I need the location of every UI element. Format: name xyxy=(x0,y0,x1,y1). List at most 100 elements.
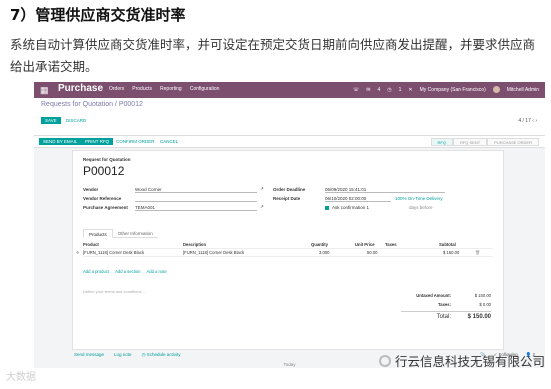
col-product: Product xyxy=(83,242,99,247)
app-name[interactable]: Purchase xyxy=(58,83,103,94)
stage-rfq-sent[interactable]: RFQ SENT xyxy=(452,138,488,146)
row-subtotal: $ 150.00 xyxy=(443,250,460,255)
row-unit-price[interactable]: 50.00 xyxy=(367,250,377,255)
cancel-button[interactable]: CANCEL xyxy=(156,138,182,145)
log-note-button[interactable]: Log note xyxy=(114,352,132,358)
tab-products[interactable]: Products xyxy=(83,229,113,238)
untaxed-row: Untaxed Amount: $ 150.00 xyxy=(401,293,491,302)
drag-handle-icon[interactable]: ✥ xyxy=(76,250,80,255)
doc-type: Request for Quotation xyxy=(83,157,131,162)
settings-icon[interactable]: ✕ xyxy=(408,87,412,93)
page-title: P00012 xyxy=(83,164,125,178)
external-link-icon[interactable]: ↗ xyxy=(260,186,264,192)
col-quantity: Quantity xyxy=(311,242,328,247)
wechat-logo-icon xyxy=(378,354,391,367)
taxes-label: Taxes: xyxy=(438,302,451,307)
receipt-date-field[interactable]: 06/10/2020 02:00:00 xyxy=(325,196,391,202)
add-section-link[interactable]: Add a section xyxy=(115,269,140,274)
watermark-left: 大数据 xyxy=(6,372,36,383)
breadcrumb[interactable]: Requests for Quotation / P00012 xyxy=(41,101,143,108)
total-value: $ 150.00 xyxy=(467,314,491,320)
taxes-row: Taxes: $ 0.00 xyxy=(401,302,491,311)
chevron-right-icon[interactable]: › xyxy=(535,118,537,124)
vendor-label: Vendor xyxy=(83,187,99,192)
odoo-screenshot: ▦ Purchase Orders Products Reporting Con… xyxy=(34,82,545,368)
save-button[interactable]: SAVE xyxy=(41,117,61,124)
vendor-reference-field[interactable] xyxy=(135,196,257,202)
col-unit-price: Unit Price xyxy=(355,242,375,247)
total-row: Total: $ 150.00 xyxy=(401,311,491,320)
grid-icon[interactable]: ▦ xyxy=(40,85,50,95)
receipt-date-label: Receipt Date xyxy=(273,196,301,201)
untaxed-value: $ 150.00 xyxy=(474,293,491,298)
chat-count: 4 xyxy=(377,86,381,93)
phone-icon[interactable]: ☏ xyxy=(353,87,359,93)
brand-watermark: 行云信息科技无锡有限公司 xyxy=(378,351,545,370)
chevron-left-icon[interactable]: ‹ xyxy=(532,118,534,124)
add-note-link[interactable]: Add a note xyxy=(146,269,166,274)
chat-icon[interactable]: ✉ xyxy=(366,87,370,93)
total-label: Total: xyxy=(436,314,451,320)
article-paragraph: 系统自动计算供应商交货准时率，并可设定在预定交货日期前向供应商发出提醒，并要求供… xyxy=(10,37,536,74)
menu-configuration[interactable]: Configuration xyxy=(190,86,220,92)
untaxed-label: Untaxed Amount: xyxy=(416,293,451,298)
order-deadline-field[interactable]: 06/09/2020 15:41:01 xyxy=(325,187,445,193)
top-menu: Orders Products Reporting Configuration xyxy=(109,86,219,92)
row-description[interactable]: [FURN_1118] Corner Desk Black xyxy=(183,250,244,255)
order-deadline-label: Order Deadline xyxy=(273,187,306,192)
on-time-delivery-link[interactable]: 100% On-Time Delivery xyxy=(395,196,443,201)
ask-confirmation-checkbox[interactable] xyxy=(325,206,329,210)
ask-confirmation-label: Ask confirmation 1 xyxy=(332,205,370,210)
days-before-label: days before xyxy=(409,205,433,210)
stage-purchase-order[interactable]: PURCHASE ORDER xyxy=(487,138,539,146)
form-sheet: Request for Quotation P00012 Vendor Wood… xyxy=(72,150,504,350)
vendor-field[interactable]: Wood Corner xyxy=(135,187,257,193)
purchase-agreement-field[interactable]: TEMA001 xyxy=(135,205,257,211)
status-bar: RFQ RFQ SENT PURCHASE ORDER xyxy=(430,138,539,146)
action-bar: SEND BY EMAIL PRINT RFQ CONFIRM ORDER CA… xyxy=(34,136,545,148)
external-link-icon[interactable]: ↗ xyxy=(260,204,264,210)
receipt-date-value: 06/10/2020 02:00:00 xyxy=(325,196,367,201)
clock-icon[interactable]: ◷ xyxy=(387,87,391,93)
stage-rfq[interactable]: RFQ xyxy=(430,138,453,146)
avatar[interactable] xyxy=(492,86,500,93)
purchase-agreement-value: TEMA001 xyxy=(135,205,156,210)
col-taxes: Taxes xyxy=(385,242,397,247)
table-header: Product Description Quantity Unit Price … xyxy=(83,241,493,249)
pager-value: 4 / 17 xyxy=(518,118,531,124)
col-subtotal: Subtotal xyxy=(439,242,456,247)
menu-products[interactable]: Products xyxy=(132,86,152,92)
confirm-order-button[interactable]: CONFIRM ORDER xyxy=(112,138,159,145)
systray: ☏ ✉ 4 ◷ 1 ✕ My Company (San Francisco) M… xyxy=(353,86,539,93)
order-lines-table: Product Description Quantity Unit Price … xyxy=(76,241,493,257)
discard-button[interactable]: DISCARD xyxy=(62,117,90,124)
schedule-activity-label: Schedule activity xyxy=(146,352,181,357)
schedule-activity-button[interactable]: ◷ Schedule activity xyxy=(142,352,181,358)
terms-field[interactable]: Define your terms and conditions ... xyxy=(83,289,146,294)
table-row[interactable]: ✥ [FURN_1118] Corner Desk Black [FURN_11… xyxy=(76,249,493,257)
send-message-button[interactable]: Send message xyxy=(74,352,104,358)
tab-other-information[interactable]: Other Information xyxy=(112,229,158,238)
chatter-actions: Send message Log note ◷ Schedule activit… xyxy=(74,352,181,358)
row-product[interactable]: [FURN_1118] Corner Desk Black xyxy=(83,250,144,255)
user-menu[interactable]: Mitchell Admin xyxy=(507,87,539,93)
add-product-link[interactable]: Add a product xyxy=(83,269,109,274)
send-by-email-button[interactable]: SEND BY EMAIL xyxy=(39,138,82,145)
vendor-value: Wood Corner xyxy=(135,187,162,192)
add-line-links: Add a product Add a section Add a note xyxy=(83,269,167,274)
order-deadline-value: 06/09/2020 15:41:01 xyxy=(325,187,367,192)
control-panel: Requests for Quotation / P00012 SAVE DIS… xyxy=(34,98,545,136)
row-quantity[interactable]: 3.000 xyxy=(319,250,329,255)
totals-block: Untaxed Amount: $ 150.00 Taxes: $ 0.00 T… xyxy=(401,293,491,320)
pager: 4 / 17 ‹ › xyxy=(518,118,537,124)
article-heading: 7）管理供应商交货准时率 xyxy=(10,6,186,24)
activity-count: 1 xyxy=(398,86,402,93)
taxes-value: $ 0.00 xyxy=(479,302,491,307)
menu-orders[interactable]: Orders xyxy=(109,86,124,92)
vendor-reference-label: Vendor Reference xyxy=(83,196,122,201)
col-description: Description xyxy=(183,242,207,247)
menu-reporting[interactable]: Reporting xyxy=(160,86,182,92)
print-rfq-button[interactable]: PRINT RFQ xyxy=(81,138,114,145)
company-switcher[interactable]: My Company (San Francisco) xyxy=(420,87,486,93)
trash-icon[interactable]: 🗑 xyxy=(475,250,480,256)
